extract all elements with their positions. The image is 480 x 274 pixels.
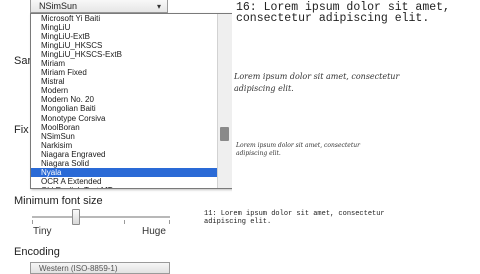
slider-min-label: Tiny — [33, 226, 52, 237]
font-preview-panel: 16: Lorem ipsum dolor sit amet, consecte… — [204, 0, 480, 270]
font-select[interactable]: NSimSun ▾ — [30, 0, 168, 13]
sans-serif-label: Sar — [14, 55, 32, 67]
font-list-item[interactable]: Miriam Fixed — [31, 68, 219, 77]
font-list-item[interactable]: MingLiU-ExtB — [31, 32, 219, 41]
preview-script-line2: adipiscing elit. — [234, 84, 294, 93]
slider-tick — [124, 220, 125, 224]
font-list-item[interactable]: Monotype Corsiva — [31, 114, 219, 123]
slider-tick — [32, 220, 33, 224]
chevron-down-icon: ▾ — [156, 2, 161, 11]
font-list-item[interactable]: Niagara Engraved — [31, 150, 219, 159]
font-list-item[interactable]: Mistral — [31, 77, 219, 86]
font-select-value: NSimSun — [39, 1, 78, 11]
encoding-select[interactable]: Western (ISO-8859-1) — [30, 262, 170, 274]
font-list-item[interactable]: Modern — [31, 86, 219, 95]
scrollbar-thumb[interactable] — [220, 127, 229, 141]
min-font-size-label: Minimum font size — [14, 195, 103, 207]
slider-max-label: Huge — [142, 226, 166, 237]
font-list-item[interactable]: Modern No. 20 — [31, 95, 219, 104]
slider-thumb[interactable] — [72, 209, 81, 225]
font-dropdown-list[interactable]: Microsoft Yi Baiti MingLiU MingLiU-ExtB Min… — [30, 13, 233, 189]
font-list-item[interactable]: Old English Text MT — [31, 186, 219, 188]
font-list-item[interactable]: MingLiU_HKSCS-ExtB — [31, 50, 219, 59]
preview-script-small-line1: Lorem ipsum dolor sit amet, consectetur — [236, 142, 360, 149]
font-list-item[interactable]: Niagara Solid — [31, 159, 219, 168]
min-font-size-slider[interactable] — [32, 216, 170, 218]
preview-script-line1: Lorem ipsum dolor sit amet, consectetur — [234, 72, 400, 81]
font-list-item[interactable]: Mongolian Baiti — [31, 104, 219, 113]
encoding-label: Encoding — [14, 246, 60, 258]
encoding-select-value: Western (ISO-8859-1) — [39, 264, 118, 273]
font-list-item[interactable]: Narkisim — [31, 141, 219, 150]
fixed-width-label: Fix — [14, 124, 29, 136]
font-list-item[interactable]: NSimSun — [31, 132, 219, 141]
font-list-item[interactable]: Miriam — [31, 59, 219, 68]
font-list-item[interactable]: MingLiU — [31, 23, 219, 32]
font-list-item[interactable]: Microsoft Yi Baiti — [31, 14, 219, 23]
preview-script-small-line2: adipiscing elit. — [236, 150, 281, 157]
font-list-item[interactable]: Nyala — [31, 167, 219, 177]
font-list-item[interactable]: MoolBoran — [31, 123, 219, 132]
preview-mono-11-line2: adipiscing elit. — [204, 218, 272, 226]
slider-tick — [169, 220, 170, 224]
font-list-item[interactable]: MingLiU_HKSCS — [31, 41, 219, 50]
font-settings-panel: Sar Fix NSimSun ▾ Microsoft Yi Baiti Ming… — [0, 0, 233, 274]
font-list-scrollbar[interactable] — [217, 14, 232, 188]
font-list-item[interactable]: OCR A Extended — [31, 177, 219, 186]
preview-mono-11-line1: 11: Lorem ipsum dolor sit amet, consecte… — [204, 210, 385, 218]
preview-mono-16-line2: consectetur adipiscing elit. — [236, 12, 430, 25]
font-list-items: Microsoft Yi Baiti MingLiU MingLiU-ExtB Min… — [31, 14, 219, 188]
